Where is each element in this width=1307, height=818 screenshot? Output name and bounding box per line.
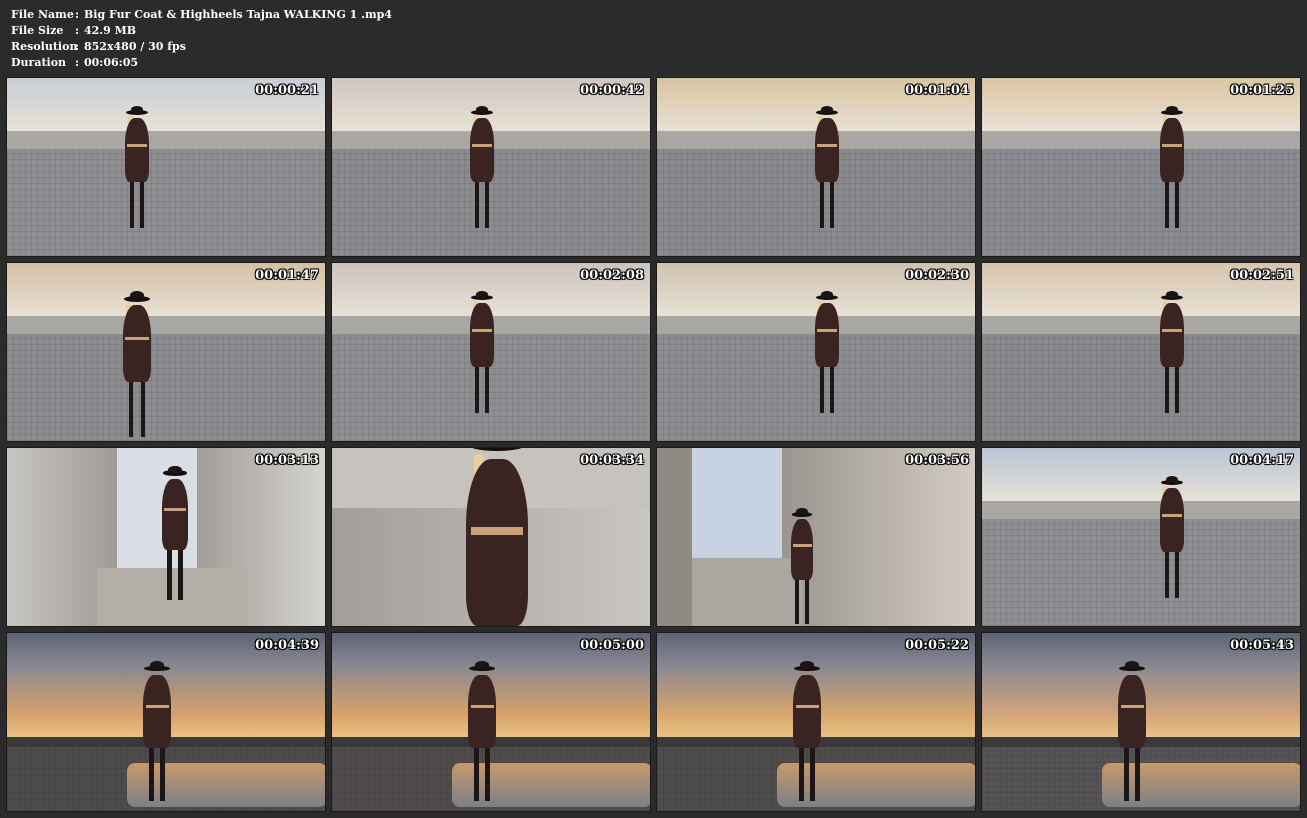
timestamp-label: 00:01:47 [255,268,319,283]
file-info-value: 852x480 / 30 fps [84,40,186,53]
model-figure [117,106,157,236]
model-figure [1109,661,1155,811]
file-info-separator: : [75,24,80,37]
timestamp-label: 00:04:39 [255,638,319,653]
timestamp-label: 00:02:08 [580,268,644,283]
video-thumbnail[interactable]: 00:00:42 [331,77,651,257]
video-thumbnail[interactable]: 00:00:21 [6,77,326,257]
file-info-value: 42.9 MB [84,24,137,37]
file-info-separator: : [75,8,80,21]
video-thumbnail[interactable]: 00:02:51 [981,262,1301,442]
timestamp-label: 00:03:56 [905,453,969,468]
file-info-value: 00:06:05 [84,56,139,69]
file-info-label: File Size [11,24,64,37]
timestamp-label: 00:02:51 [1230,268,1294,283]
video-thumbnail[interactable]: 00:03:13 [6,447,326,627]
timestamp-label: 00:03:34 [580,453,644,468]
video-thumbnail[interactable]: 00:04:39 [6,632,326,812]
timestamp-label: 00:05:00 [580,638,644,653]
model-figure [113,291,161,441]
model-figure [459,661,505,811]
timestamp-label: 00:04:17 [1230,453,1294,468]
thumbnail-ground [982,501,1300,626]
video-thumbnail[interactable]: 00:01:25 [981,77,1301,257]
timestamp-label: 00:02:30 [905,268,969,283]
railing-wall [982,316,1300,334]
file-info-row: Duration:00:06:05 [11,55,392,71]
model-figure [445,448,549,626]
model-figure [807,106,847,236]
timestamp-label: 00:01:04 [905,83,969,98]
file-info-separator: : [75,56,80,69]
thumbnail-ground [982,316,1300,441]
model-figure [783,508,821,626]
railing-wall [982,501,1300,519]
video-thumbnail[interactable]: 00:03:34 [331,447,651,627]
railing-wall [7,316,325,334]
file-info-value: Big Fur Coat & Highheels Tajna WALKING 1… [84,8,392,21]
video-thumbnail[interactable]: 00:04:17 [981,447,1301,627]
model-figure [784,661,830,811]
timestamp-label: 00:03:13 [255,453,319,468]
model-figure [134,661,180,811]
railing-wall [982,131,1300,149]
video-thumbnail[interactable]: 00:05:43 [981,632,1301,812]
concrete-wall [657,448,692,626]
video-thumbnail[interactable]: 00:05:00 [331,632,651,812]
model-figure [807,291,847,421]
file-info-separator: : [75,40,80,53]
timestamp-label: 00:05:43 [1230,638,1294,653]
file-info-label: Duration [11,56,67,69]
video-thumbnail[interactable]: 00:02:30 [656,262,976,442]
thumbnail-ground [982,131,1300,256]
model-figure [462,291,502,421]
file-info-row: Resolution:852x480 / 30 fps [11,39,392,55]
thumbnail-ground [7,316,325,441]
thumbnail-grid: 00:00:21 00:00:42 00:01:04 00:01:25 00:01:47… [6,77,1302,812]
model-figure [1152,291,1192,421]
video-thumbnail[interactable]: 00:01:04 [656,77,976,257]
timestamp-label: 00:00:42 [580,83,644,98]
video-thumbnail[interactable]: 00:01:47 [6,262,326,442]
railing-wall [7,131,325,149]
file-info-panel: File Name: Big Fur Coat & Highheels Tajna… [11,7,392,71]
file-info-label: Resolution [11,40,78,53]
file-info-label: File Name [11,8,74,21]
model-figure [153,466,197,609]
timestamp-label: 00:00:21 [255,83,319,98]
thumbnail-ground [7,131,325,256]
file-info-row: File Name: Big Fur Coat & Highheels Tajna… [11,7,392,23]
file-info-row: File Size:42.9 MB [11,23,392,39]
model-figure [1152,476,1192,606]
video-thumbnail[interactable]: 00:02:08 [331,262,651,442]
model-figure [1152,106,1192,236]
video-thumbnail[interactable]: 00:05:22 [656,632,976,812]
timestamp-label: 00:05:22 [905,638,969,653]
timestamp-label: 00:01:25 [1230,83,1294,98]
model-figure [462,106,502,236]
video-thumbnail[interactable]: 00:03:56 [656,447,976,627]
